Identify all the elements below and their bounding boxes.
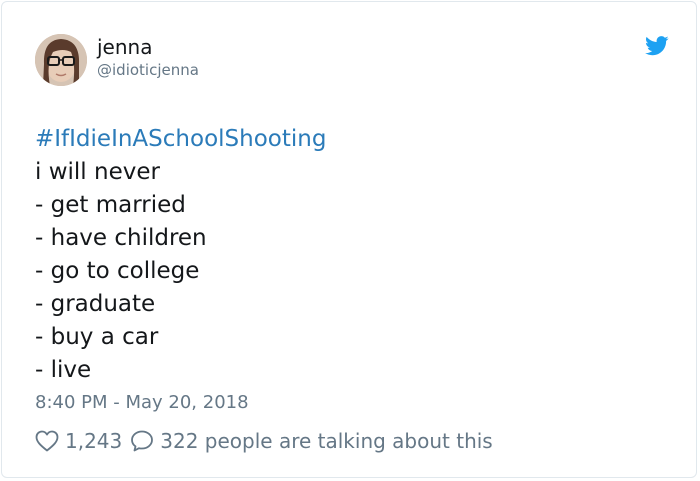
display-name[interactable]: jenna [97, 35, 152, 59]
tweet-line: - go to college [35, 258, 200, 284]
talking-count: 322 people are talking about this [160, 429, 493, 453]
hashtag-link[interactable]: #IfIdieInASchoolShooting [35, 123, 326, 156]
tweet-line: - get married [35, 192, 186, 218]
tweet-text: #IfIdieInASchoolShooting i will never - … [35, 123, 326, 387]
tweet-card: jenna @idioticjenna #IfIdieInASchoolShoo… [1, 1, 697, 478]
like-button[interactable]: 1,243 [35, 429, 130, 453]
avatar-image [35, 34, 87, 86]
like-count: 1,243 [65, 429, 123, 453]
user-handle[interactable]: @idioticjenna [97, 60, 199, 80]
engagement-bar: 1,243 322 people are talking about this [35, 427, 493, 455]
tweet-timestamp[interactable]: 8:40 PM - May 20, 2018 [35, 391, 249, 415]
heart-icon [35, 430, 59, 452]
tweet-line: - have children [35, 225, 207, 251]
tweet-line: - graduate [35, 291, 156, 317]
tweet-line: - buy a car [35, 324, 159, 350]
twitter-bird-icon[interactable] [645, 36, 669, 56]
tweet-line: - live [35, 357, 92, 383]
speech-bubble-icon [130, 429, 154, 453]
tweet-line: i will never [35, 159, 160, 185]
avatar[interactable] [35, 34, 87, 86]
reply-button[interactable]: 322 people are talking about this [130, 429, 493, 453]
